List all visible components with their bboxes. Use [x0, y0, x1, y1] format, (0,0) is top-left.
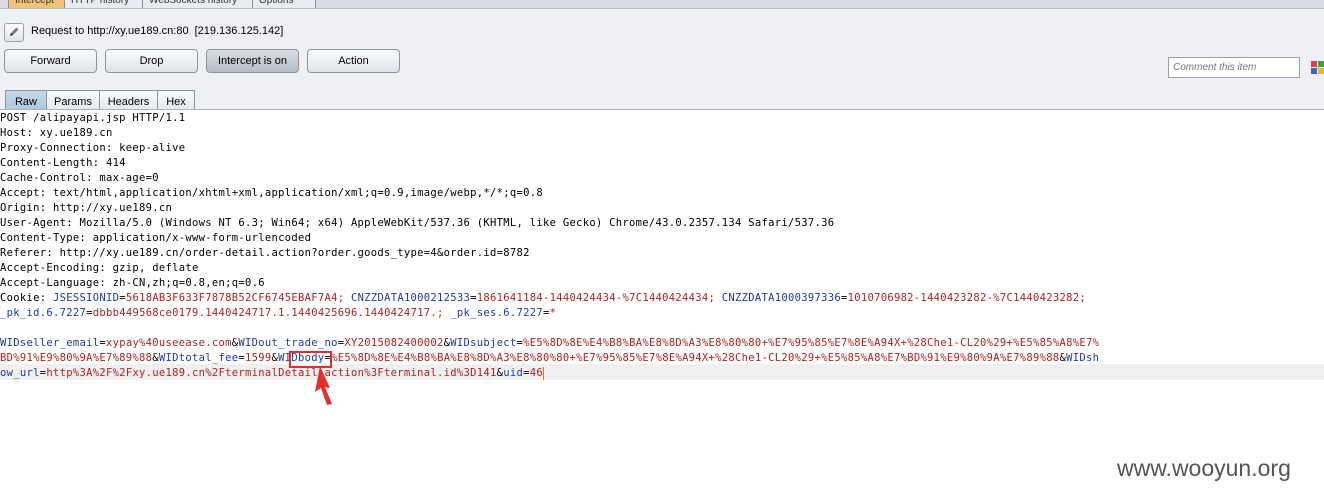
param-key: WIDsubject: [450, 337, 517, 349]
tab-options[interactable]: Options: [252, 0, 316, 8]
param-key: WIDout_trade_no: [238, 337, 338, 349]
body-line: ow_url=http%3A%2F%2Fxy.ue189.cn%2Ftermin…: [0, 366, 544, 380]
watermark: www.wooyun.org: [1117, 455, 1291, 481]
tab-http-history[interactable]: HTTP history: [64, 0, 150, 8]
param-value: xypay%40useease.com: [105, 337, 232, 349]
tab-intercept[interactable]: Intercept: [8, 0, 72, 8]
action-button[interactable]: Action: [307, 49, 400, 73]
intercept-toggle-button[interactable]: Intercept is on: [206, 49, 299, 73]
param-value: BD%91%E9%80%9A%E7%89%88: [0, 352, 153, 364]
param-key: WIDsh: [1066, 352, 1100, 364]
param-key: ow_url: [0, 367, 40, 379]
cookie-line: Cookie: JSESSIONID=5618AB3F633F7878B52CF…: [0, 292, 1086, 304]
header-line: Host: xy.ue189.cn: [0, 127, 113, 139]
comment-input[interactable]: [1168, 57, 1300, 78]
header-line: Proxy-Connection: keep-alive: [0, 142, 186, 154]
header-line: User-Agent: Mozilla/5.0 (Windows NT 6.3;…: [0, 217, 835, 229]
header-line: Content-Length: 414: [0, 157, 126, 169]
param-value: %E5%8D%8E%E4%B8%BA%E8%8D%A3%E8%80%80+%E7…: [523, 337, 1100, 349]
header-line: Origin: http://xy.ue189.cn: [0, 202, 173, 214]
param-key: WIDseller_email: [0, 337, 100, 349]
param-value: %E5%8D%8E%E4%B8%BA%E8%8D%A3%E8%80%80+%E7…: [331, 352, 1060, 364]
cookie-key: JSESSIONID: [52, 292, 120, 304]
top-tab-bar: Intercept HTTP history WebSockets histor…: [0, 0, 1324, 8]
raw-request-editor[interactable]: POST /alipayapi.jsp HTTP/1.1 Host: xy.ue…: [0, 109, 1324, 499]
cookie-label: Cookie:: [0, 292, 47, 304]
pencil-icon[interactable]: [4, 23, 24, 42]
header-line: Content-Type: application/x-www-form-url…: [0, 232, 312, 244]
intercept-panel: Request to http://xy.ue189.cn:80 [219.136…: [0, 8, 1324, 115]
param-key: WIDtotal_fee: [158, 352, 239, 364]
header-line: Cache-Control: max-age=0: [0, 172, 159, 184]
cookie-value: 1861641184-1440424434-%7C1440424434;: [476, 292, 716, 304]
text-cursor: [543, 366, 544, 380]
request-url: Request to http://xy.ue189.cn:80: [31, 25, 189, 37]
red-arrow-icon: [315, 366, 332, 405]
cookie-value: 1010706982-1440423282-%7C1440423282;: [847, 292, 1086, 304]
param-key: uid: [503, 367, 524, 379]
cookie-key: CNZZDATA1000397336: [721, 292, 841, 304]
total-fee-value: 1599: [245, 352, 272, 364]
tab-websockets-history[interactable]: WebSockets history: [142, 0, 260, 8]
header-line: Accept-Encoding: gzip, deflate: [0, 262, 199, 274]
param-value: 46: [529, 367, 543, 379]
param-value: XY2015082400002: [344, 337, 444, 349]
body-line: BD%91%E9%80%9A%E7%89%88&WIDtotal_fee=159…: [0, 352, 1100, 364]
highlight-color-icon[interactable]: [1311, 61, 1324, 75]
body-line: WIDseller_email=xypay%40useease.com&WIDo…: [0, 337, 1100, 349]
cookie-key: CNZZDATA1000212533: [350, 292, 471, 304]
cookie-key: _pk_id.6.7227: [0, 307, 87, 319]
drop-button[interactable]: Drop: [105, 49, 198, 73]
header-line: Accept: text/html,application/xhtml+xml,…: [0, 187, 543, 199]
request-target-label: Request to http://xy.ue189.cn:80 [219.136…: [31, 25, 283, 37]
cookie-value: 5618AB3F633F7878B52CF6745EBAF7A4;: [125, 292, 345, 304]
request-ip: [219.136.125.142]: [194, 25, 284, 37]
forward-button[interactable]: Forward: [4, 49, 97, 73]
cookie-value: dbbb449568ce0179.1440424717.1.1440425696…: [92, 307, 444, 319]
cookie-value: *: [549, 307, 557, 319]
param-value: http%3A%2F%2Fxy.ue189.cn%2FterminalDetai…: [46, 367, 497, 379]
cookie-line-cont: _pk_id.6.7227=dbbb449568ce0179.144042471…: [0, 307, 557, 319]
header-line: Accept-Language: zh-CN,zh;q=0.8,en;q=0.6: [0, 277, 265, 289]
header-line: Referer: http://xy.ue189.cn/order-detail…: [0, 247, 530, 259]
cookie-key: _pk_ses.6.7227: [450, 307, 543, 319]
request-line: POST /alipayapi.jsp HTTP/1.1: [0, 112, 186, 124]
